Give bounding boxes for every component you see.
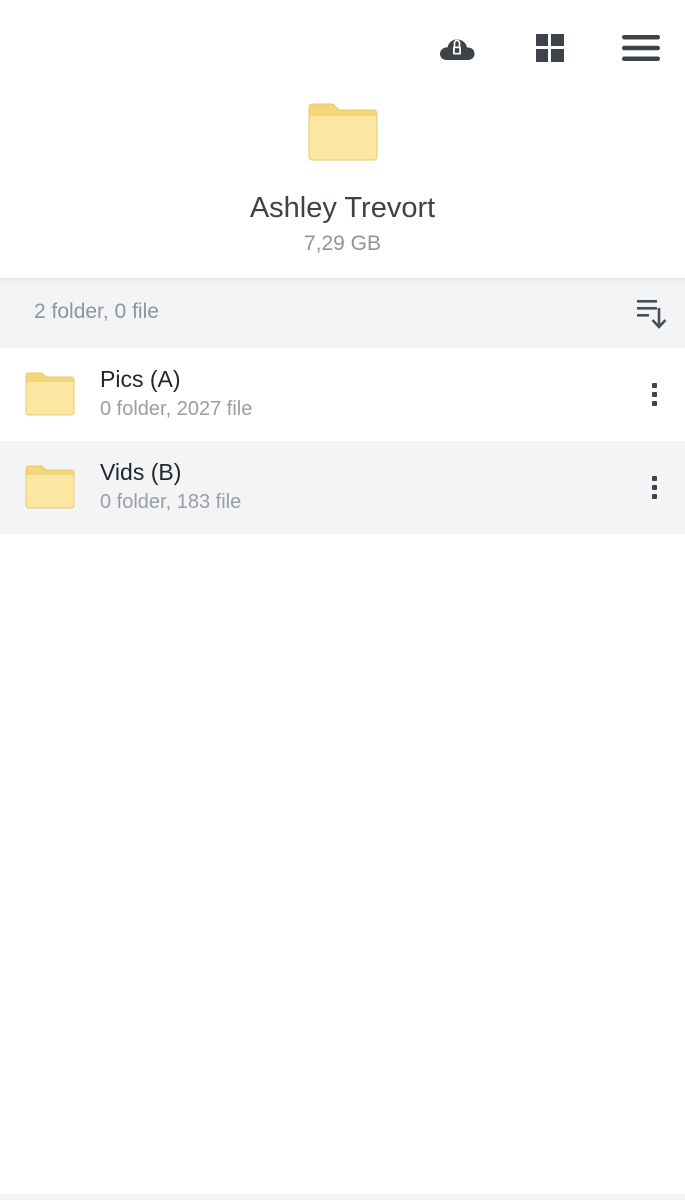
- summary-bar: 2 folder, 0 file: [0, 278, 685, 348]
- folder-icon: [305, 100, 381, 164]
- cloud-lock-icon[interactable]: [432, 26, 482, 70]
- folder-name: Vids (B): [100, 459, 182, 485]
- sort-icon[interactable]: [632, 296, 668, 332]
- hamburger-menu-icon[interactable]: [616, 28, 666, 68]
- folder-header: Ashley Trevort 7,29 GB: [0, 96, 685, 278]
- folder-name: Pics (A): [100, 366, 181, 392]
- folder-list: Pics (A) 0 folder, 2027 file Vids (B) 0 …: [0, 348, 685, 534]
- folder-icon: [25, 465, 75, 509]
- folder-meta: 0 folder, 2027 file: [100, 398, 253, 420]
- folder-size: 7,29 GB: [303, 232, 382, 255]
- more-options-icon[interactable]: [636, 469, 672, 505]
- bottom-divider: [0, 1194, 685, 1200]
- grid-view-icon[interactable]: [530, 28, 570, 68]
- folder-icon: [25, 372, 75, 416]
- list-item[interactable]: Vids (B) 0 folder, 183 file: [0, 441, 685, 534]
- more-options-icon[interactable]: [636, 376, 672, 412]
- folder-title: Ashley Trevort: [249, 192, 436, 224]
- folder-meta: 0 folder, 183 file: [100, 491, 242, 513]
- top-toolbar: [0, 0, 685, 96]
- list-item[interactable]: Pics (A) 0 folder, 2027 file: [0, 348, 685, 441]
- item-count: 2 folder, 0 file: [34, 300, 159, 323]
